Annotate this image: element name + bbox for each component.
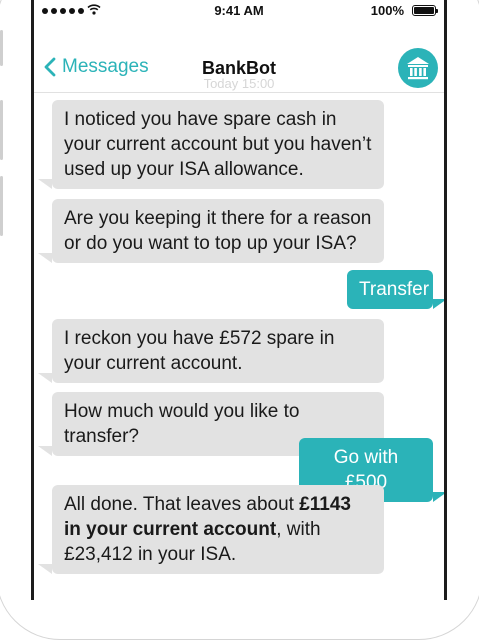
status-bar: 9:41 AM 100%	[34, 0, 444, 22]
user-message: Transfer	[347, 270, 444, 309]
conversation-title: BankBot	[201, 58, 276, 78]
message-text: All done. That leaves about	[64, 494, 300, 515]
side-button	[0, 30, 3, 66]
side-button	[0, 100, 3, 160]
side-button	[0, 176, 3, 236]
bot-message: All done. That leaves about £1143 in you…	[38, 485, 384, 574]
phone-screen: 9:41 AM 100% Today 15:00 Messages BankBo…	[31, 0, 447, 600]
battery-icon	[412, 5, 438, 16]
bank-icon	[407, 57, 429, 80]
bot-message: I noticed you have spare cash in your cu…	[38, 100, 384, 189]
battery-percentage: 100%	[370, 3, 404, 18]
bot-message: I reckon you have £572 spare in your cur…	[38, 319, 384, 383]
bot-avatar[interactable]	[398, 48, 438, 88]
navigation-bar: Today 15:00 Messages BankBot	[34, 22, 444, 93]
bot-message: Are you keeping it there for a reason or…	[38, 199, 384, 263]
